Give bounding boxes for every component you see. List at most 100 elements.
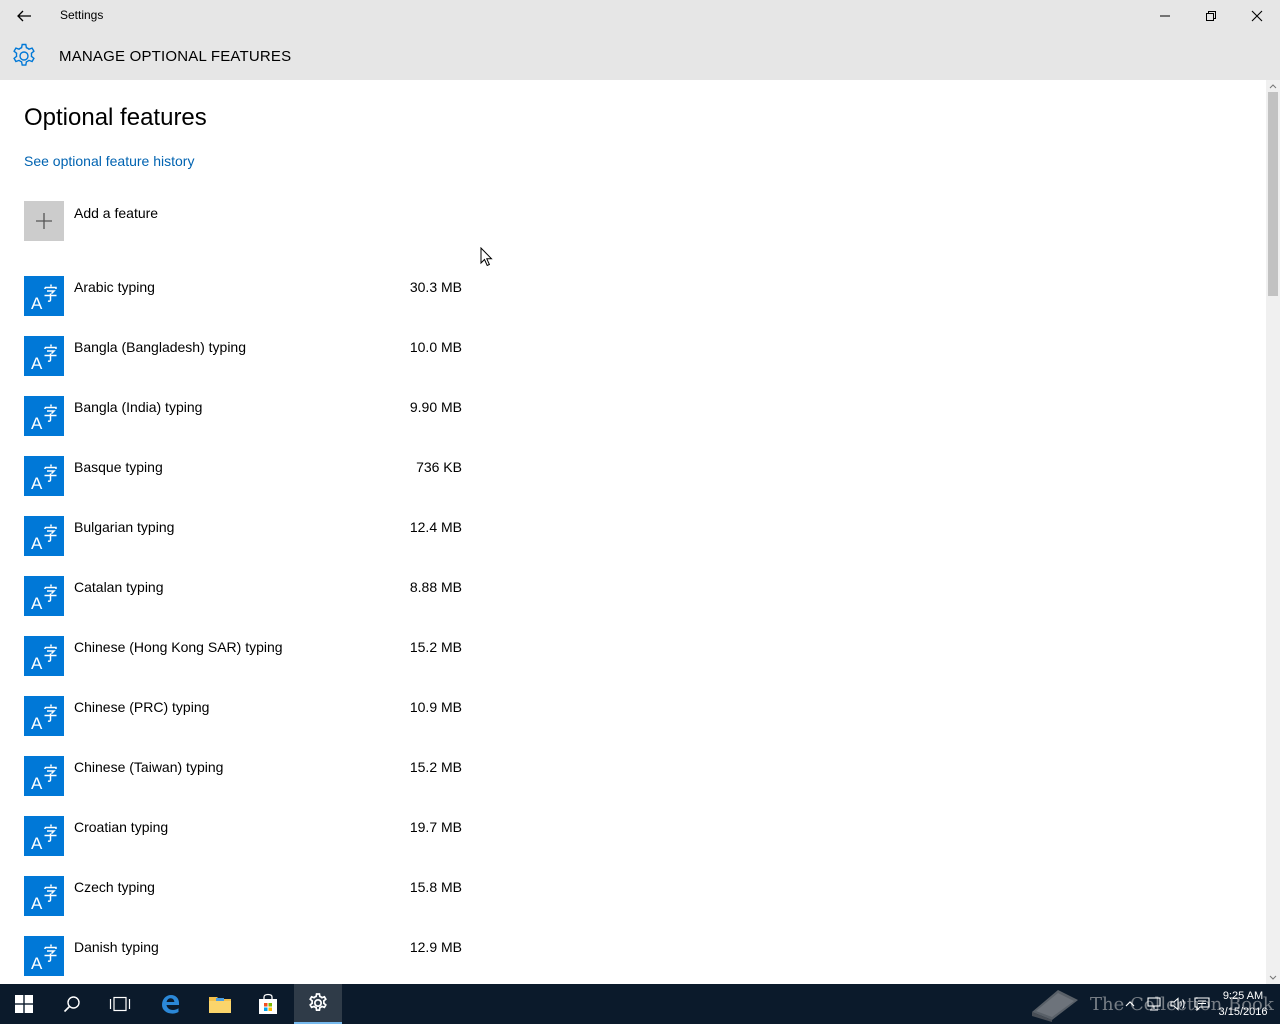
feature-size: 12.4 MB <box>409 519 462 535</box>
feature-item[interactable]: A Bulgarian typing 12.4 MB <box>24 516 464 576</box>
feature-tile: A <box>24 696 64 736</box>
feature-name: Bangla (India) typing <box>74 399 203 415</box>
volume-button[interactable] <box>1166 984 1190 1024</box>
feature-tile: A <box>24 396 64 436</box>
feature-item[interactable]: A Arabic typing 30.3 MB <box>24 276 464 336</box>
feature-tile: A <box>24 636 64 676</box>
clock-time: 9:25 AM <box>1222 990 1264 1002</box>
language-typing-icon: A <box>31 404 57 433</box>
minimize-button[interactable] <box>1142 0 1188 32</box>
back-arrow-icon <box>17 10 31 22</box>
svg-text:A: A <box>31 954 43 973</box>
language-typing-icon: A <box>31 824 57 853</box>
chevron-up-icon <box>1125 1001 1135 1007</box>
feature-name: Chinese (PRC) typing <box>74 699 210 715</box>
svg-text:A: A <box>31 294 43 313</box>
feature-item[interactable]: A Catalan typing 8.88 MB <box>24 576 464 636</box>
network-button[interactable] <box>1142 984 1166 1024</box>
show-hidden-icons-button[interactable] <box>1118 984 1142 1024</box>
settings-taskbar-button[interactable] <box>294 984 342 1024</box>
feature-item[interactable]: A Basque typing 736 KB <box>24 456 464 516</box>
feature-history-link[interactable]: See optional feature history <box>24 153 194 169</box>
feature-item[interactable]: A Chinese (Hong Kong SAR) typing 15.2 MB <box>24 636 464 696</box>
folder-icon <box>209 997 231 1013</box>
feature-item[interactable]: A Czech typing 15.8 MB <box>24 876 464 936</box>
feature-size: 30.3 MB <box>409 279 462 295</box>
start-button[interactable] <box>0 984 48 1024</box>
svg-text:A: A <box>31 774 43 793</box>
feature-item[interactable]: A Danish typing 12.9 MB <box>24 936 464 984</box>
feature-size: 10.9 MB <box>409 699 462 715</box>
clock-date: 3/15/2016 <box>1218 1006 1268 1018</box>
feature-tile: A <box>24 516 64 556</box>
task-view-icon <box>109 996 131 1012</box>
file-explorer-button[interactable] <box>196 984 244 1024</box>
notifications-icon <box>1194 997 1210 1011</box>
system-tray <box>1118 984 1214 1024</box>
scroll-down-button[interactable] <box>1266 972 1280 984</box>
svg-text:A: A <box>31 414 43 433</box>
feature-size: 15.2 MB <box>409 639 462 655</box>
feature-tile: A <box>24 276 64 316</box>
language-typing-icon: A <box>31 764 57 793</box>
taskbar-clock[interactable]: 9:25 AM 3/15/2016 <box>1214 988 1272 1020</box>
restore-button[interactable] <box>1188 0 1234 32</box>
feature-size: 10.0 MB <box>409 339 462 355</box>
feature-item[interactable]: A Croatian typing 19.7 MB <box>24 816 464 876</box>
language-typing-icon: A <box>31 884 57 913</box>
plus-icon <box>36 213 52 229</box>
language-typing-icon: A <box>31 584 57 613</box>
feature-name: Chinese (Hong Kong SAR) typing <box>74 639 283 655</box>
language-typing-icon: A <box>31 704 57 733</box>
feature-tile: A <box>24 756 64 796</box>
store-button[interactable] <box>244 984 292 1024</box>
feature-name: Croatian typing <box>74 819 169 835</box>
feature-tile: A <box>24 456 64 496</box>
scroll-up-button[interactable] <box>1266 80 1280 92</box>
feature-name: Chinese (Taiwan) typing <box>74 759 224 775</box>
feature-size: 12.9 MB <box>409 939 462 955</box>
feature-name: Catalan typing <box>74 579 164 595</box>
book-logo-icon <box>1032 990 1078 1022</box>
svg-text:A: A <box>31 474 43 493</box>
language-typing-icon: A <box>31 464 57 493</box>
svg-text:A: A <box>31 594 43 613</box>
feature-name: Basque typing <box>74 459 163 475</box>
feature-item[interactable]: A Chinese (Taiwan) typing 15.2 MB <box>24 756 464 816</box>
feature-tile: A <box>24 336 64 376</box>
chevron-up-icon <box>1269 84 1277 89</box>
title-bar: Settings <box>0 0 1280 32</box>
vertical-scrollbar[interactable] <box>1266 80 1280 984</box>
content-area: Optional features See optional feature h… <box>0 80 1266 984</box>
add-feature-tile[interactable] <box>24 201 64 241</box>
edge-browser-icon <box>162 995 179 1014</box>
chevron-down-icon <box>1269 975 1277 980</box>
feature-item[interactable]: A Bangla (Bangladesh) typing 10.0 MB <box>24 336 464 396</box>
edge-button[interactable] <box>146 984 194 1024</box>
add-feature-button[interactable]: Add a feature <box>24 201 324 241</box>
svg-text:A: A <box>31 834 43 853</box>
feature-size: 9.90 MB <box>409 399 462 415</box>
network-icon <box>1147 997 1161 1011</box>
feature-item[interactable]: A Chinese (PRC) typing 10.9 MB <box>24 696 464 756</box>
language-typing-icon: A <box>31 284 57 313</box>
taskbar: The Collection Book 9:25 AM 3/15/2016 <box>0 984 1280 1024</box>
svg-text:A: A <box>31 894 43 913</box>
minimize-icon <box>1160 15 1170 17</box>
scroll-thumb[interactable] <box>1268 92 1278 296</box>
svg-text:A: A <box>31 654 43 673</box>
language-typing-icon: A <box>31 344 57 373</box>
page-title: Optional features <box>24 104 207 131</box>
search-button[interactable] <box>48 984 96 1024</box>
window-title: Settings <box>60 8 104 22</box>
feature-size: 8.88 MB <box>409 579 462 595</box>
action-center-button[interactable] <box>1190 984 1214 1024</box>
task-view-button[interactable] <box>96 984 144 1024</box>
back-button[interactable] <box>0 0 48 32</box>
feature-name: Arabic typing <box>74 279 155 295</box>
feature-tile: A <box>24 576 64 616</box>
feature-item[interactable]: A Bangla (India) typing 9.90 MB <box>24 396 464 456</box>
language-typing-icon: A <box>31 524 57 553</box>
close-button[interactable] <box>1234 0 1280 32</box>
gear-icon <box>309 993 327 1012</box>
